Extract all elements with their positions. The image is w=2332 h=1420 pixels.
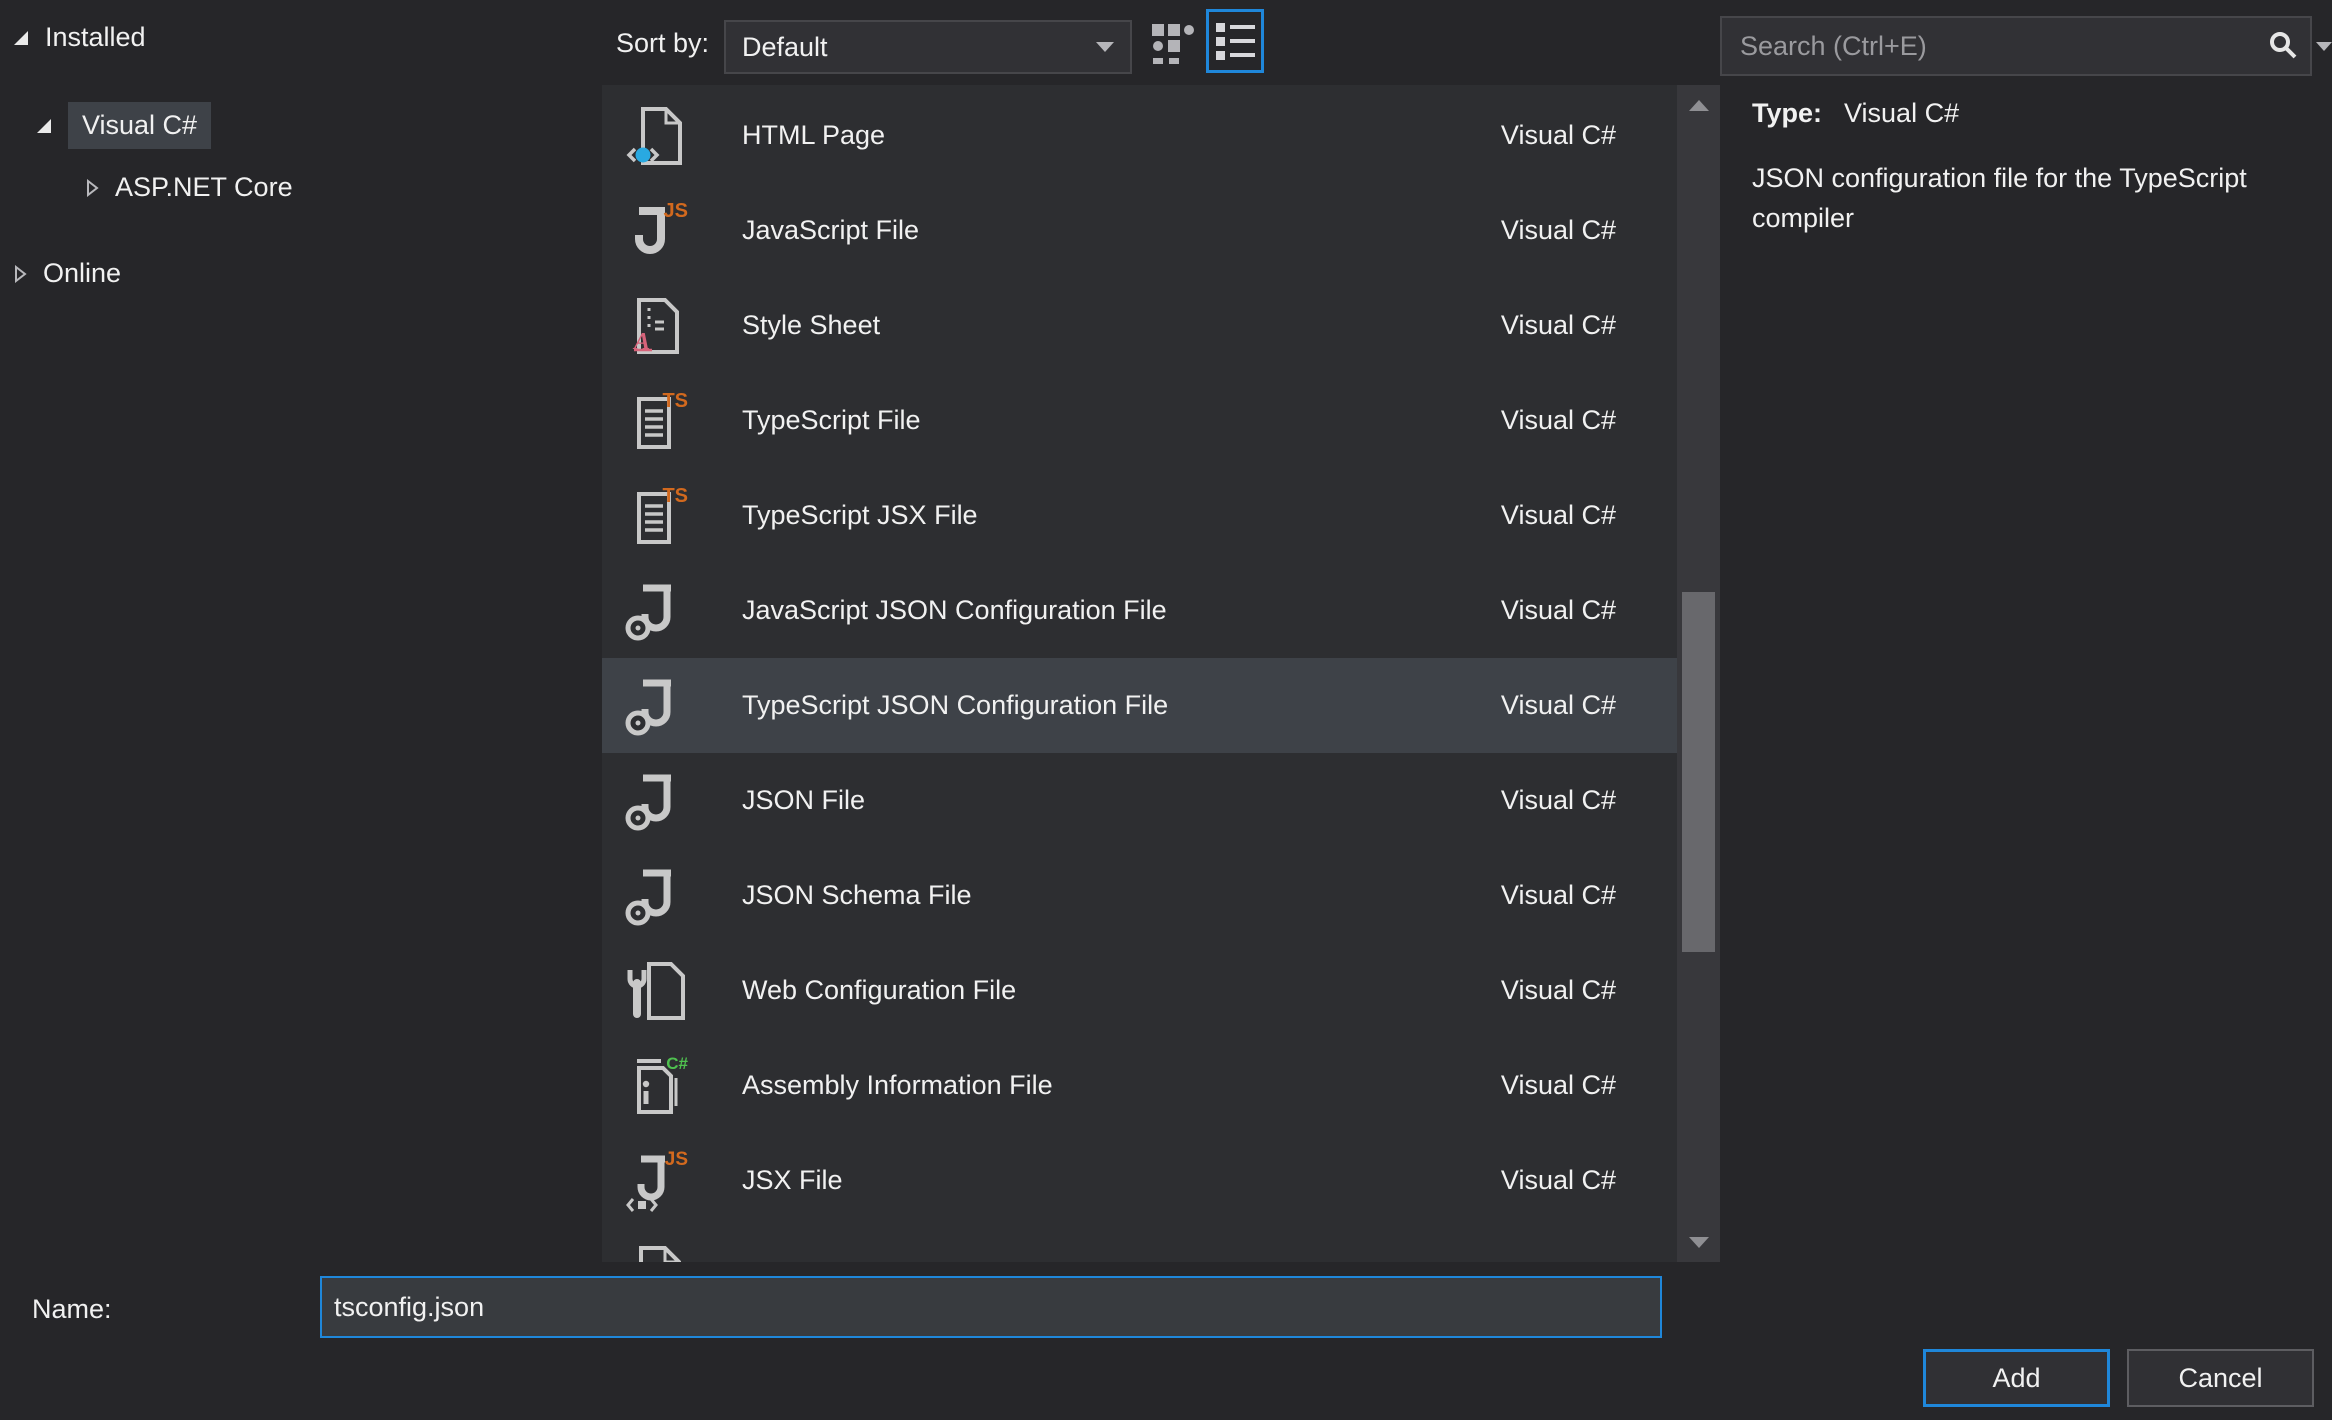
tree-item-installed[interactable]: Installed — [12, 22, 146, 53]
template-category: Visual C# — [1501, 500, 1616, 531]
list-item[interactable]: TypeScript JSX File Visual C# — [602, 468, 1678, 563]
json-file-icon — [625, 579, 689, 643]
webconfig-file-icon — [625, 959, 689, 1023]
list-item[interactable]: Style Sheet Visual C# — [602, 278, 1678, 373]
tree-item-label: Installed — [45, 22, 146, 53]
tree-item-visual-csharp[interactable]: Visual C# — [35, 102, 211, 149]
template-category: Visual C# — [1501, 690, 1616, 721]
sort-by-value: Default — [742, 32, 828, 63]
template-name: JavaScript JSON Configuration File — [742, 595, 1167, 626]
template-category: Visual C# — [1501, 975, 1616, 1006]
template-name: XML File — [742, 1260, 848, 1262]
template-category: Visual C# — [1501, 595, 1616, 626]
sort-by-label: Sort by: — [616, 28, 709, 59]
chevron-down-icon — [1096, 42, 1114, 52]
json-file-icon — [625, 674, 689, 738]
template-name: JSON File — [742, 785, 865, 816]
list-item[interactable]: HTML Page Visual C# — [602, 88, 1678, 183]
json-file-icon — [625, 769, 689, 833]
js-file-icon — [625, 199, 689, 263]
search-box[interactable] — [1720, 16, 2312, 76]
name-label: Name: — [32, 1294, 112, 1325]
template-name: HTML Page — [742, 120, 885, 151]
template-category: Visual C# — [1501, 1165, 1616, 1196]
template-name: Assembly Information File — [742, 1070, 1053, 1101]
tree-item-label: ASP.NET Core — [115, 172, 293, 203]
add-button-label: Add — [1992, 1363, 2040, 1394]
list-view-button[interactable] — [1206, 9, 1264, 73]
add-button[interactable]: Add — [1923, 1349, 2110, 1407]
list-item[interactable]: JavaScript File Visual C# — [602, 183, 1678, 278]
scrollbar-thumb[interactable] — [1682, 592, 1715, 952]
list-item[interactable]: Web Configuration File Visual C# — [602, 943, 1678, 1038]
type-label: Type: — [1752, 98, 1822, 129]
expanded-arrow-icon[interactable] — [12, 29, 30, 47]
expanded-arrow-icon[interactable] — [35, 117, 53, 135]
search-icon[interactable] — [2268, 31, 2298, 61]
tree-item-aspnet-core[interactable]: ASP.NET Core — [84, 172, 293, 203]
template-category: Visual C# — [1501, 1260, 1616, 1262]
tree-item-label: Online — [43, 258, 121, 289]
template-category: Visual C# — [1501, 785, 1616, 816]
scroll-up-button[interactable] — [1677, 85, 1720, 125]
cancel-button[interactable]: Cancel — [2127, 1349, 2314, 1407]
list-item[interactable]: JSON Schema File Visual C# — [602, 848, 1678, 943]
template-category: Visual C# — [1501, 1070, 1616, 1101]
sort-by-dropdown[interactable]: Default — [724, 20, 1132, 74]
ts-file-icon — [625, 484, 689, 548]
template-name: Style Sheet — [742, 310, 880, 341]
triangle-down-icon — [1689, 1237, 1709, 1248]
template-name: Web Configuration File — [742, 975, 1016, 1006]
template-name: TypeScript File — [742, 405, 921, 436]
assembly-file-icon — [625, 1054, 689, 1118]
template-name: JavaScript File — [742, 215, 919, 246]
search-options-chevron-icon[interactable] — [2316, 42, 2332, 51]
template-category: Visual C# — [1501, 405, 1616, 436]
template-category: Visual C# — [1501, 120, 1616, 151]
list-item[interactable]: XML File Visual C# — [602, 1228, 1678, 1262]
triangle-up-icon — [1689, 100, 1709, 111]
medium-icons-view-button[interactable] — [1146, 16, 1200, 70]
jsx-file-icon — [625, 1149, 689, 1213]
list-view-icon — [1212, 17, 1258, 65]
list-item[interactable]: JavaScript JSON Configuration File Visua… — [602, 563, 1678, 658]
scrollbar[interactable] — [1677, 85, 1720, 1262]
cancel-button-label: Cancel — [2178, 1363, 2262, 1394]
template-name: TypeScript JSX File — [742, 500, 978, 531]
template-description: JSON configuration file for the TypeScri… — [1752, 158, 2332, 238]
tree-item-online[interactable]: Online — [12, 258, 121, 289]
list-item[interactable]: TypeScript File Visual C# — [602, 373, 1678, 468]
template-type-row: Type: Visual C# — [1752, 98, 1959, 129]
list-item[interactable]: JSX File Visual C# — [602, 1133, 1678, 1228]
list-item[interactable]: Assembly Information File Visual C# — [602, 1038, 1678, 1133]
template-category: Visual C# — [1501, 215, 1616, 246]
list-item[interactable]: TypeScript JSON Configuration File Visua… — [602, 658, 1678, 753]
template-name: JSX File — [742, 1165, 843, 1196]
json-file-icon — [625, 864, 689, 928]
name-input[interactable] — [320, 1276, 1662, 1338]
template-category: Visual C# — [1501, 310, 1616, 341]
template-list: HTML Page Visual C# JavaScript File Visu… — [602, 88, 1678, 1262]
html-file-icon — [625, 104, 689, 168]
template-list-panel: HTML Page Visual C# JavaScript File Visu… — [602, 85, 1720, 1262]
collapsed-arrow-icon[interactable] — [84, 179, 100, 197]
tree-item-label-selected: Visual C# — [68, 102, 211, 149]
collapsed-arrow-icon[interactable] — [12, 265, 28, 283]
search-input[interactable] — [1738, 30, 2268, 63]
css-file-icon — [625, 294, 689, 358]
ts-file-icon — [625, 389, 689, 453]
xml-file-icon — [625, 1244, 689, 1263]
template-category: Visual C# — [1501, 880, 1616, 911]
scroll-down-button[interactable] — [1677, 1222, 1720, 1262]
grid-view-icon — [1148, 18, 1198, 68]
template-name: TypeScript JSON Configuration File — [742, 690, 1168, 721]
list-item[interactable]: JSON File Visual C# — [602, 753, 1678, 848]
template-name: JSON Schema File — [742, 880, 972, 911]
type-value: Visual C# — [1844, 98, 1959, 129]
